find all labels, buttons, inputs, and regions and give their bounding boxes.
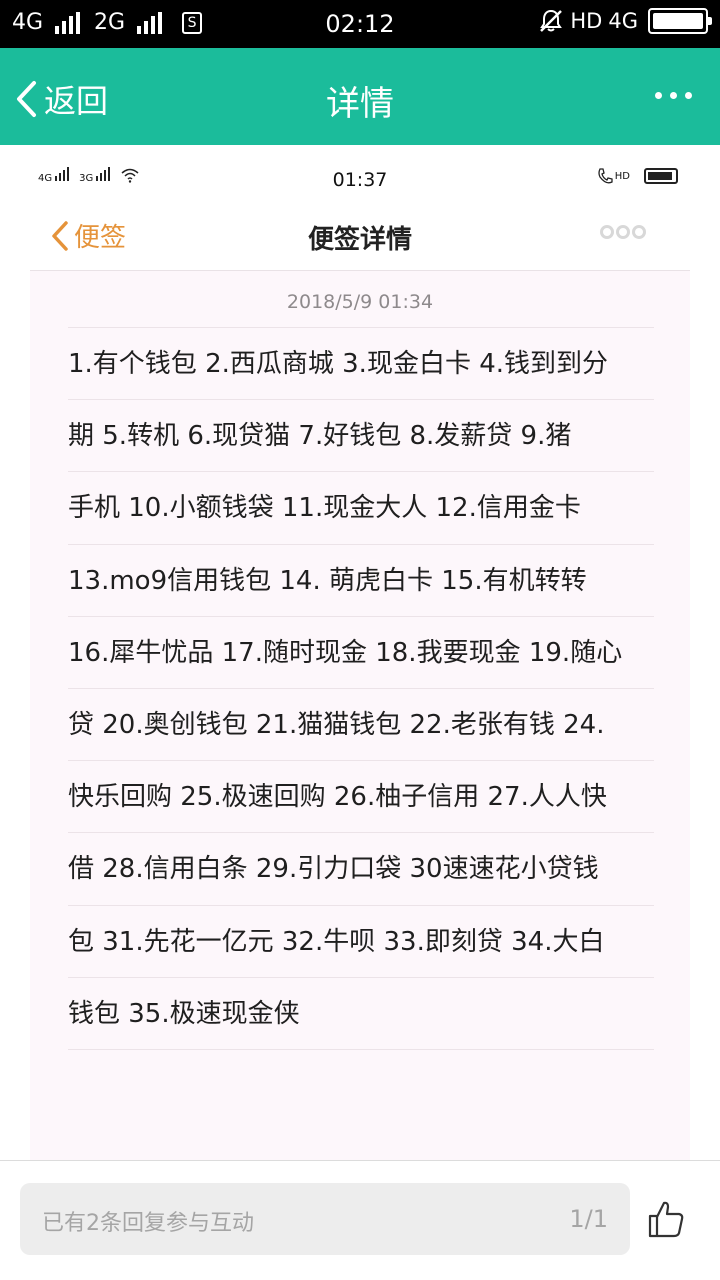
note-date: 2018/5/9 01:34 [286, 291, 434, 313]
mute-icon [540, 9, 563, 32]
hd-call-icon: HD [597, 167, 630, 185]
note-line: 借 28.信用白条 29.引力口袋 30速速花小贷钱 [68, 832, 654, 904]
hd-label: HD [570, 9, 603, 33]
battery-icon [648, 8, 712, 34]
note-line: 包 31.先花一亿元 32.牛呗 33.即刻贷 34.大白 [68, 904, 654, 977]
note-line: 钱包 35.极速现金侠 [68, 976, 654, 1049]
more-options-icon [600, 225, 646, 239]
note-line: 13.mo9信用钱包 14. 萌虎白卡 15.有机转转 [68, 543, 654, 616]
reply-input[interactable]: 已有2条回复参与互动 1/1 [20, 1183, 630, 1255]
page-title: 详情 [326, 84, 394, 124]
note-line: 贷 20.奥创钱包 21.猫猫钱包 22.老张有钱 24. [68, 687, 654, 760]
note-line: 1.有个钱包 2.西瓜商城 3.现金白卡 4.钱到到分 [68, 327, 654, 399]
note-line: 快乐回购 25.极速回购 26.柚子信用 27.人人快 [68, 760, 654, 832]
thumbs-up-icon[interactable] [646, 1199, 686, 1239]
screenshot-status-bar: 4G 3G 01:37 HD [30, 145, 690, 197]
note-line-empty [68, 1048, 654, 1121]
network-4g-label: 4G [608, 9, 638, 33]
app-header: 返回 详情 [0, 48, 720, 145]
more-options-icon[interactable] [655, 92, 692, 99]
reply-placeholder: 已有2条回复参与互动 [42, 1211, 254, 1236]
note-line: 期 5.转机 6.现贷猫 7.好钱包 8.发薪贷 9.猪 [68, 399, 654, 471]
note-screenshot-image[interactable]: 4G 3G 01:37 HD 便签 便签详情 2018/5/9 01:34 1.… [30, 145, 690, 1160]
screenshot-title: 便签详情 [307, 225, 412, 255]
screenshot-nav-bar: 便签 便签详情 [30, 197, 690, 271]
note-line: 16.犀牛忧品 17.随时现金 18.我要现金 19.随心 [68, 615, 654, 688]
note-body: 1.有个钱包 2.西瓜商城 3.现金白卡 4.钱到到分 期 5.转机 6.现贷猫… [68, 327, 654, 1121]
battery-icon [644, 168, 678, 184]
status-bar: 4G 2G S 02:12 HD 4G [0, 0, 720, 48]
screenshot-time: 01:37 [332, 169, 388, 191]
note-line: 手机 10.小额钱袋 11.现金大人 12.信用金卡 [68, 471, 654, 543]
bottom-bar: 已有2条回复参与互动 1/1 [0, 1160, 720, 1280]
status-right: HD 4G [538, 8, 712, 34]
page-indicator: 1/1 [569, 1205, 608, 1233]
